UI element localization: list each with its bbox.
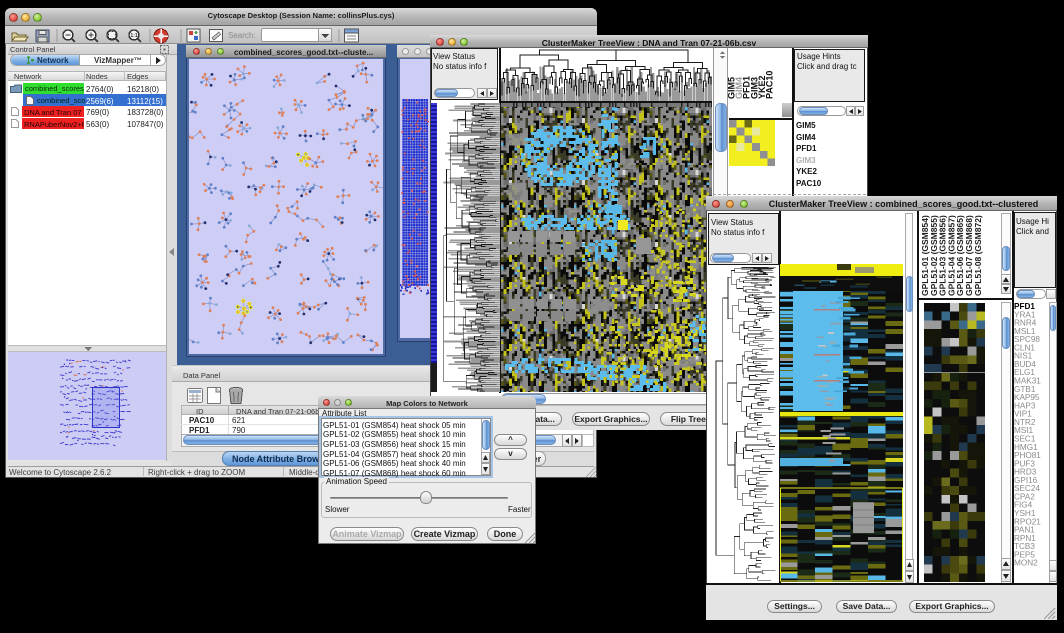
svg-text:PAC10: PAC10 [765, 71, 775, 99]
svg-text:MON2: MON2 [1014, 559, 1038, 568]
svg-text:GPL51-08 (GSM872): GPL51-08 (GSM872) [973, 215, 983, 296]
svg-text:1:1: 1:1 [130, 33, 137, 39]
